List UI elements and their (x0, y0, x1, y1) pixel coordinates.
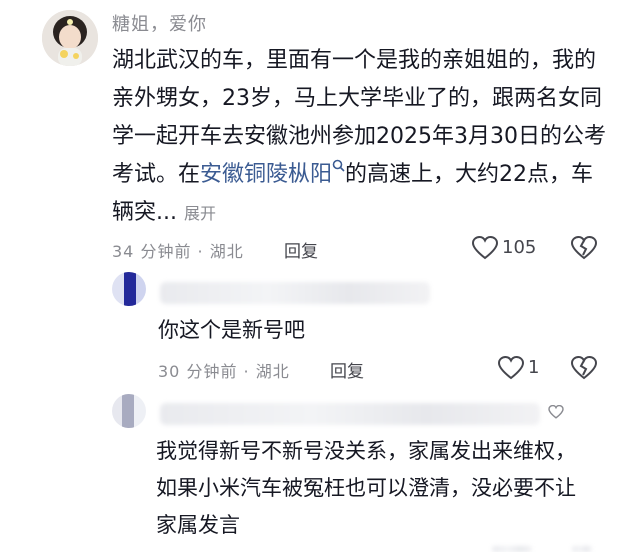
broken-heart-icon (570, 355, 598, 380)
heart-icon (548, 404, 564, 423)
reply-avatar[interactable] (112, 394, 146, 428)
reply-like-button[interactable] (497, 355, 525, 384)
reply-username-blurred (160, 403, 540, 425)
reply-button[interactable]: 回复 (284, 237, 318, 262)
reply-text: 我觉得新号不新号没关系，家属发出来维权，如果小米汽车被冤枉也可以澄清，没必要不让… (156, 439, 576, 537)
cutoff-fragment (492, 546, 532, 552)
reply-username-blurred (160, 282, 430, 304)
comment-text: 湖北武汉的车，里面有一个是我的亲姐姐的，我的亲外甥女，23岁，马上大学毕业了的，… (112, 42, 612, 233)
avatar[interactable] (42, 10, 98, 66)
dislike-button[interactable] (570, 235, 598, 264)
expand-button[interactable]: 展开 (184, 204, 216, 223)
reply-time-location: 30 分钟前 · 湖北 (158, 362, 290, 381)
heart-outline-icon (497, 355, 525, 380)
reply-dislike-button[interactable] (570, 355, 598, 384)
location-link[interactable]: 安徽铜陵枞阳 (200, 159, 345, 187)
reply-reply-button[interactable]: 回复 (330, 357, 364, 382)
like-count: 105 (502, 237, 537, 258)
like-button[interactable] (471, 235, 499, 264)
reply-avatar[interactable] (112, 272, 146, 306)
comment-time-location: 34 分钟前 · 湖北 (112, 242, 244, 261)
heart-outline-icon (471, 235, 499, 260)
reply-like-count: 1 (528, 357, 540, 378)
cutoff-fragment (572, 546, 592, 552)
broken-heart-icon (570, 235, 598, 260)
reply-text: 你这个是新号吧 (158, 318, 305, 342)
comment-username[interactable]: 糖姐，爱你 (112, 10, 207, 36)
search-icon (332, 159, 345, 172)
location-link-label[interactable]: 安徽铜陵枞阳 (200, 162, 332, 187)
